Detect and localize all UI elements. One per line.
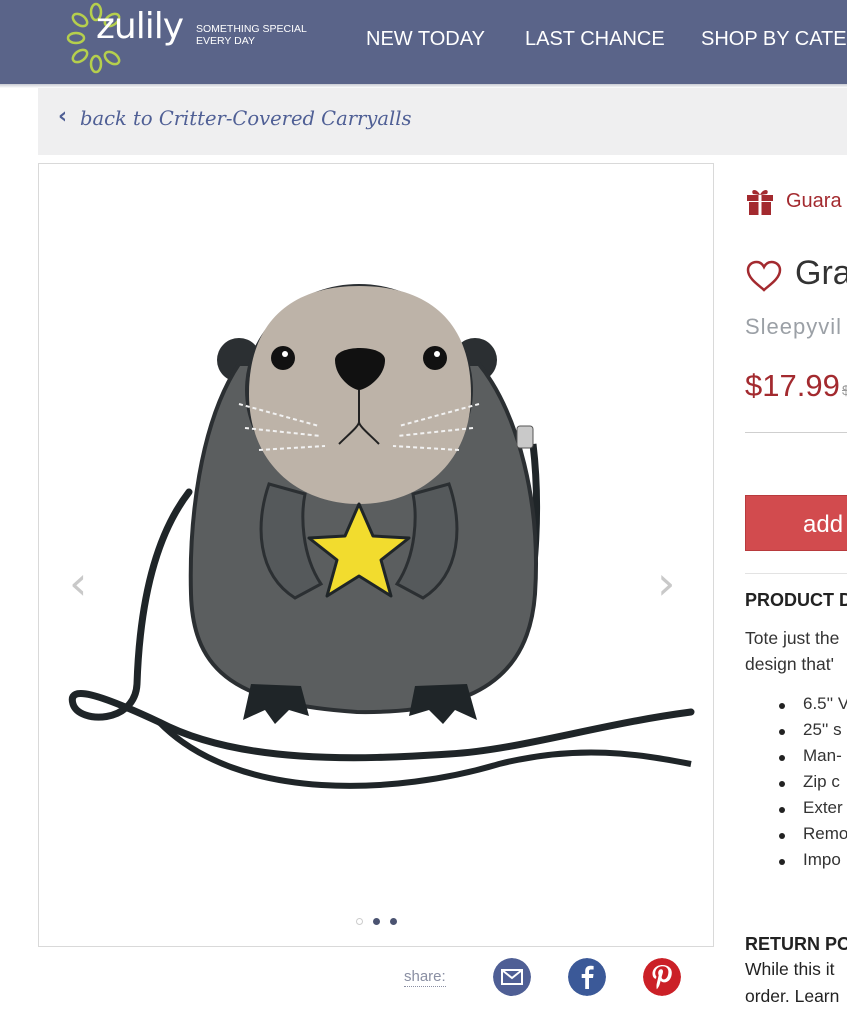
heart-icon[interactable] [746, 260, 782, 292]
product-details-heading: PRODUCT D [745, 590, 847, 610]
return-policy-line: While this it [745, 959, 835, 979]
list-item: 6.5'' V [803, 694, 847, 713]
bullet-icon [779, 703, 785, 709]
original-price: $ [842, 382, 847, 398]
return-policy-line[interactable]: order. Learn [745, 986, 839, 1007]
list-item: Zip c [803, 772, 840, 791]
add-to-cart-label[interactable]: add [803, 511, 843, 539]
tagline-line1: SOMETHING SPECIAL [196, 23, 307, 35]
share-label: share: [404, 968, 446, 987]
brand-name[interactable]: Sleepyvil [745, 314, 842, 340]
logo-wordmark[interactable]: zulily [96, 6, 184, 47]
chevron-left-icon[interactable]: ‹ [58, 104, 67, 129]
list-item: Man- [803, 746, 842, 765]
nav-shop-by-category[interactable]: SHOP BY CATEG [701, 28, 847, 51]
carousel-dot-active[interactable] [356, 918, 363, 925]
nav-last-chance[interactable]: LAST CHANCE [525, 28, 665, 51]
description-line: design that' [745, 654, 834, 674]
return-policy-heading: RETURN PO [745, 934, 847, 954]
product-title: Gra [795, 254, 847, 292]
bullet-icon [779, 729, 785, 735]
site-header: zulily SOMETHING SPECIAL EVERY DAY NEW T… [0, 0, 847, 84]
pinterest-icon[interactable] [643, 958, 681, 996]
guarantee-link[interactable]: Guara [786, 190, 842, 213]
nav-new-today[interactable]: NEW TODAY [366, 28, 485, 51]
carousel-dot[interactable] [390, 918, 397, 925]
list-item: Exter [803, 798, 843, 817]
divider [745, 432, 847, 433]
chevron-left-icon[interactable]: ‹ [69, 556, 87, 610]
tagline: SOMETHING SPECIAL EVERY DAY [196, 23, 307, 47]
list-item: Remo [803, 824, 847, 843]
product-image-panel: ‹ › [38, 163, 714, 947]
bullet-icon [779, 755, 785, 761]
carousel-dot[interactable] [373, 918, 380, 925]
bullet-icon [779, 781, 785, 787]
divider [745, 573, 847, 574]
back-link[interactable]: back to Critter-Covered Carryalls [80, 107, 412, 130]
tagline-line2: EVERY DAY [196, 35, 255, 47]
email-icon[interactable] [493, 958, 531, 996]
facebook-icon[interactable] [568, 958, 606, 996]
list-item: Impo [803, 850, 841, 869]
bullet-icon [779, 807, 785, 813]
list-item: 25'' s [803, 720, 842, 739]
bullet-icon [779, 833, 785, 839]
bullet-icon [779, 859, 785, 865]
description-line: Tote just the [745, 628, 840, 648]
chevron-right-icon[interactable]: › [657, 556, 675, 610]
sale-price: $17.99 [745, 368, 840, 403]
gift-icon [747, 190, 773, 215]
product-image[interactable] [39, 164, 714, 947]
